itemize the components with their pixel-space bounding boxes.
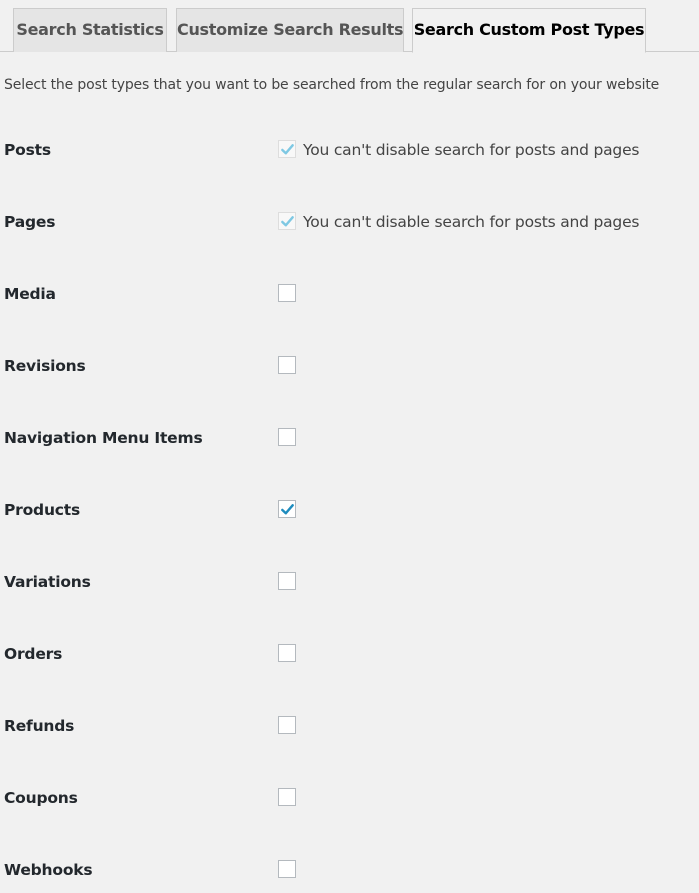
post-type-label: Orders — [4, 645, 63, 663]
post-type-row: Media — [0, 274, 699, 314]
post-type-label: Pages — [4, 213, 56, 231]
checkmark-icon — [281, 144, 294, 155]
post-type-checkbox — [278, 140, 296, 158]
post-type-label: Webhooks — [4, 861, 93, 879]
post-type-checkbox[interactable] — [278, 788, 296, 806]
post-type-checkbox[interactable] — [278, 860, 296, 878]
post-type-row: Posts You can't disable search for posts … — [0, 130, 699, 170]
post-type-label: Coupons — [4, 789, 78, 807]
post-type-checkbox[interactable] — [278, 428, 296, 446]
checkmark-icon — [281, 504, 294, 515]
intro-text: Select the post types that you want to b… — [4, 77, 660, 93]
post-type-note: You can't disable search for posts and p… — [303, 213, 640, 231]
post-type-label: Refunds — [4, 717, 75, 735]
post-type-checkbox[interactable] — [278, 500, 296, 518]
post-type-row: Orders — [0, 634, 699, 674]
post-type-checkbox[interactable] — [278, 284, 296, 302]
post-type-label: Navigation Menu Items — [4, 429, 203, 447]
post-type-label: Variations — [4, 573, 91, 591]
post-type-row: Pages You can't disable search for posts … — [0, 202, 699, 242]
tab-customize-search-results[interactable]: Customize Search Results — [176, 8, 404, 52]
post-type-checkbox — [278, 212, 296, 230]
post-type-row: Navigation Menu Items — [0, 418, 699, 458]
post-type-label: Media — [4, 285, 56, 303]
post-type-row: Revisions — [0, 346, 699, 386]
post-type-checkbox[interactable] — [278, 644, 296, 662]
post-type-checkbox[interactable] — [278, 716, 296, 734]
tab-search-statistics[interactable]: Search Statistics — [13, 8, 167, 52]
post-type-label: Revisions — [4, 357, 86, 375]
checkmark-icon — [281, 216, 294, 227]
post-type-row: Refunds — [0, 706, 699, 746]
post-type-row: Webhooks — [0, 850, 699, 890]
post-type-checkbox[interactable] — [278, 356, 296, 374]
post-type-checkbox[interactable] — [278, 572, 296, 590]
tab-search-custom-post-types[interactable]: Search Custom Post Types — [412, 8, 646, 53]
post-type-row: Products — [0, 490, 699, 530]
post-type-label: Products — [4, 501, 81, 519]
post-type-row: Coupons — [0, 778, 699, 818]
post-type-label: Posts — [4, 141, 51, 159]
post-type-note: You can't disable search for posts and p… — [303, 141, 640, 159]
tab-bar: Search Statistics Customize Search Resul… — [0, 0, 699, 53]
post-type-row: Variations — [0, 562, 699, 602]
